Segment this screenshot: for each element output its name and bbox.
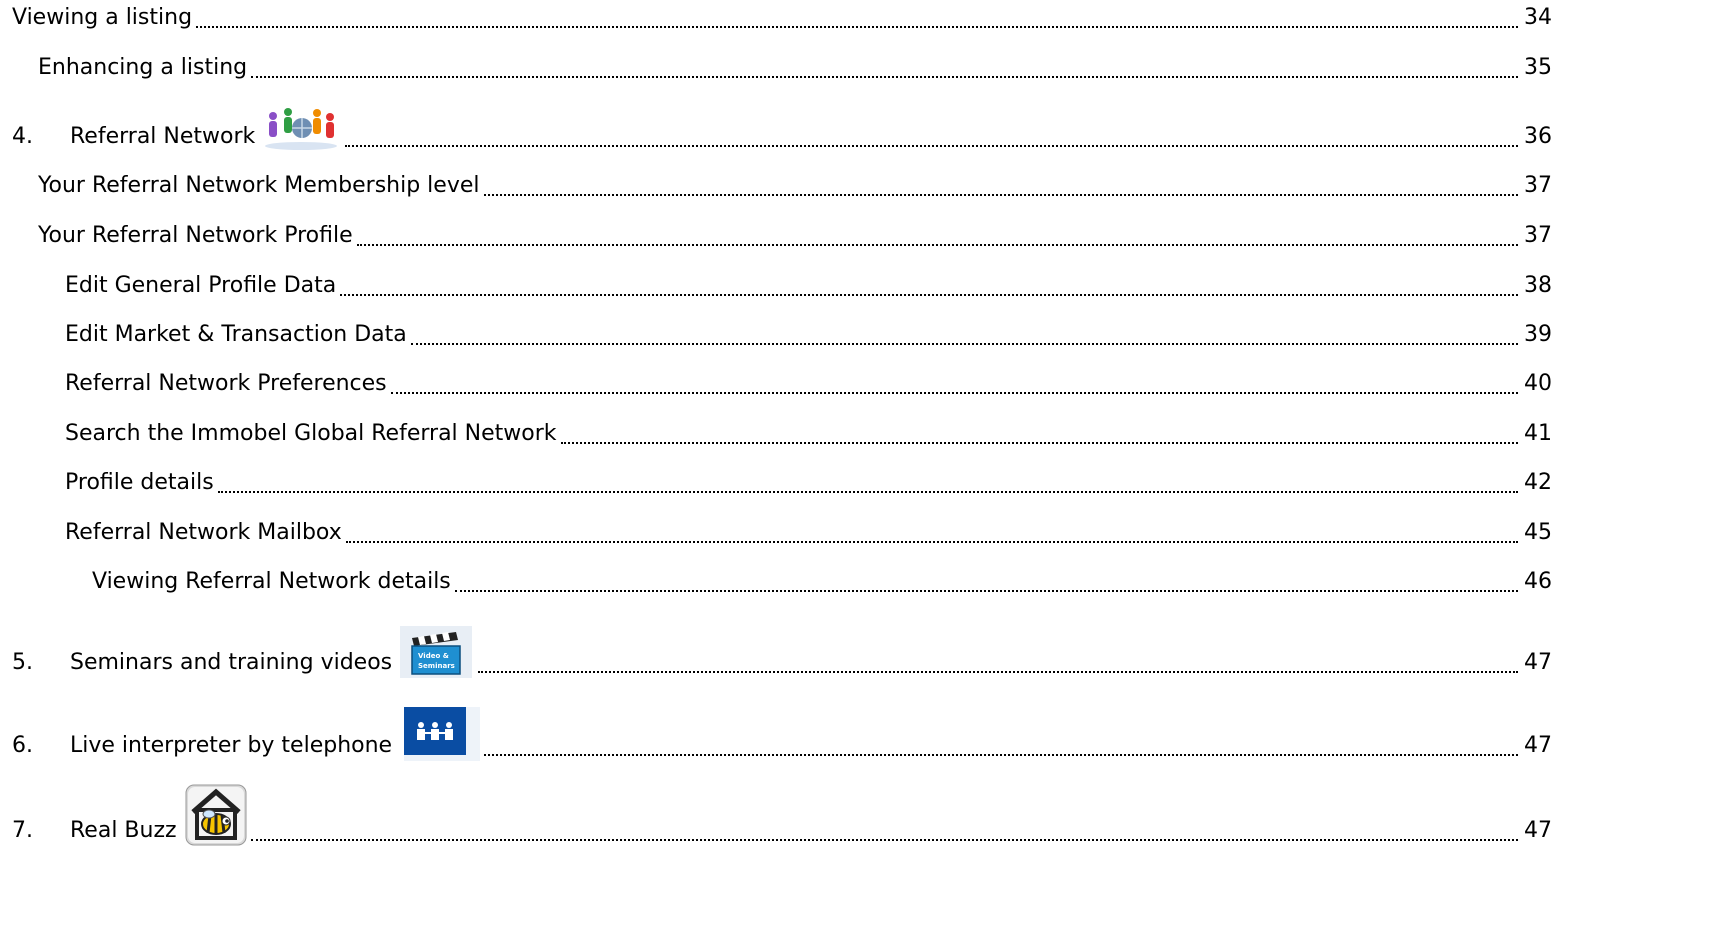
toc-entry-text: Seminars and training videos [70,650,393,675]
toc-entry-title: Viewing a listing [12,3,192,33]
toc-entry-title: Your Referral Network Membership level [38,171,480,201]
toc-page-number: 47 [1524,818,1552,843]
video-icon-line1: Video & [418,652,449,660]
toc-entry[interactable]: Profile details 42 [0,468,1729,498]
toc-entry-title: Enhancing a listing [38,53,247,83]
toc-section-number: 6. [12,733,33,758]
toc-entry[interactable]: Search the Immobel Global Referral Netwo… [0,419,1729,449]
toc-section-number: 4. [12,124,33,149]
dot-leader [217,469,1518,493]
toc-entry-title: Search the Immobel Global Referral Netwo… [65,419,557,449]
dot-leader [484,732,1518,756]
video-icon-line2: Seminars [418,662,455,670]
dot-leader [454,568,1518,592]
toc-entry[interactable]: Edit Market & Transaction Data 39 [0,320,1729,350]
toc-entry[interactable]: Enhancing a listing 35 [0,53,1729,83]
toc-page-number: 36 [1524,124,1552,149]
toc-entry[interactable]: Your Referral Network Profile 37 [0,221,1729,251]
dot-leader [196,4,1518,28]
toc-entry-text: Live interpreter by telephone [70,733,393,758]
toc-entry[interactable]: 4. Referral Network 36 [0,108,1729,152]
toc-entry-title: 7. Real Buzz [12,784,247,846]
toc-entry-text: Your Referral Network Membership level [38,173,480,198]
toc-entry-text: Referral Network Preferences [65,371,387,396]
toc-entry-title: Edit Market & Transaction Data [65,320,407,350]
toc-entry-text: Search the Immobel Global Referral Netwo… [65,421,557,446]
dot-leader [478,649,1518,673]
toc-entry-text: Viewing a listing [12,5,193,30]
toc-entry[interactable]: Viewing a listing 34 [0,3,1729,33]
toc-page-number: 39 [1524,322,1552,347]
toc-entry[interactable]: 5. Seminars and training videos Video & S… [0,626,1729,678]
toc-entry[interactable]: Edit General Profile Data 38 [0,271,1729,301]
toc-section-number: 5. [12,650,33,675]
toc-page-number: 38 [1524,273,1552,298]
interpreter-people-icon [404,707,481,761]
toc-page-number: 40 [1524,371,1552,396]
video-seminars-clapperboard-icon: Video & Seminars [398,626,474,678]
dot-leader [250,817,1518,841]
dot-leader [483,172,1518,196]
dot-leader [560,420,1518,444]
toc-entry-text: Edit Market & Transaction Data [65,322,407,347]
dot-leader [345,519,1518,543]
toc-page-number: 37 [1524,173,1552,198]
people-globe-icon [261,104,341,152]
dot-leader [410,321,1518,345]
dot-leader [251,54,1518,78]
toc-page-number: 34 [1524,5,1552,30]
toc-entry-title: Viewing Referral Network details [92,567,451,597]
toc-page-number: 45 [1524,520,1552,545]
dot-leader [390,370,1518,394]
toc-entry-text: Profile details [65,470,214,495]
toc-page-number: 47 [1524,650,1552,675]
toc-page-number: 47 [1524,733,1552,758]
toc-page-number: 35 [1524,55,1552,80]
toc-entry-title: 6. Live interpreter by telephone [12,707,481,761]
dot-leader [340,272,1518,296]
toc-entry-title: Profile details [65,468,214,498]
toc-entry[interactable]: 7. Real Buzz 47 [0,784,1729,846]
bee-house-icon [185,784,247,846]
toc-page-number: 46 [1524,569,1552,594]
toc-entry[interactable]: Viewing Referral Network details 46 [0,567,1729,597]
toc-entry-text: Enhancing a listing [38,55,248,80]
toc-entry[interactable]: Referral Network Preferences 40 [0,369,1729,399]
toc-entry[interactable]: Referral Network Mailbox 45 [0,518,1729,548]
toc-section-number: 7. [12,818,33,843]
toc-page-number: 41 [1524,421,1552,446]
dot-leader [356,222,1518,246]
toc-entry-title: Referral Network Preferences [65,369,387,399]
toc-entry[interactable]: Your Referral Network Membership level 37 [0,171,1729,201]
table-of-contents: Viewing a listing 34 Enhancing a listing 35… [0,0,1729,929]
toc-page-number: 42 [1524,470,1552,495]
toc-entry-text: Viewing Referral Network details [92,569,451,594]
toc-entry-title: 5. Seminars and training videos Video & S… [12,626,474,678]
toc-entry-text: Referral Network [70,124,256,149]
toc-entry-text: Edit General Profile Data [65,273,337,298]
toc-entry-title: Edit General Profile Data [65,271,336,301]
toc-entry[interactable]: 6. Live interpreter by telephone 47 [0,707,1729,761]
toc-entry-text: Referral Network Mailbox [65,520,342,545]
toc-page-number: 37 [1524,223,1552,248]
toc-entry-text: Your Referral Network Profile [38,223,353,248]
toc-entry-text: Real Buzz [70,818,177,843]
toc-entry-title: Referral Network Mailbox [65,518,342,548]
dot-leader [345,123,1518,147]
toc-entry-title: Your Referral Network Profile [38,221,353,251]
toc-entry-title: 4. Referral Network [12,104,341,152]
